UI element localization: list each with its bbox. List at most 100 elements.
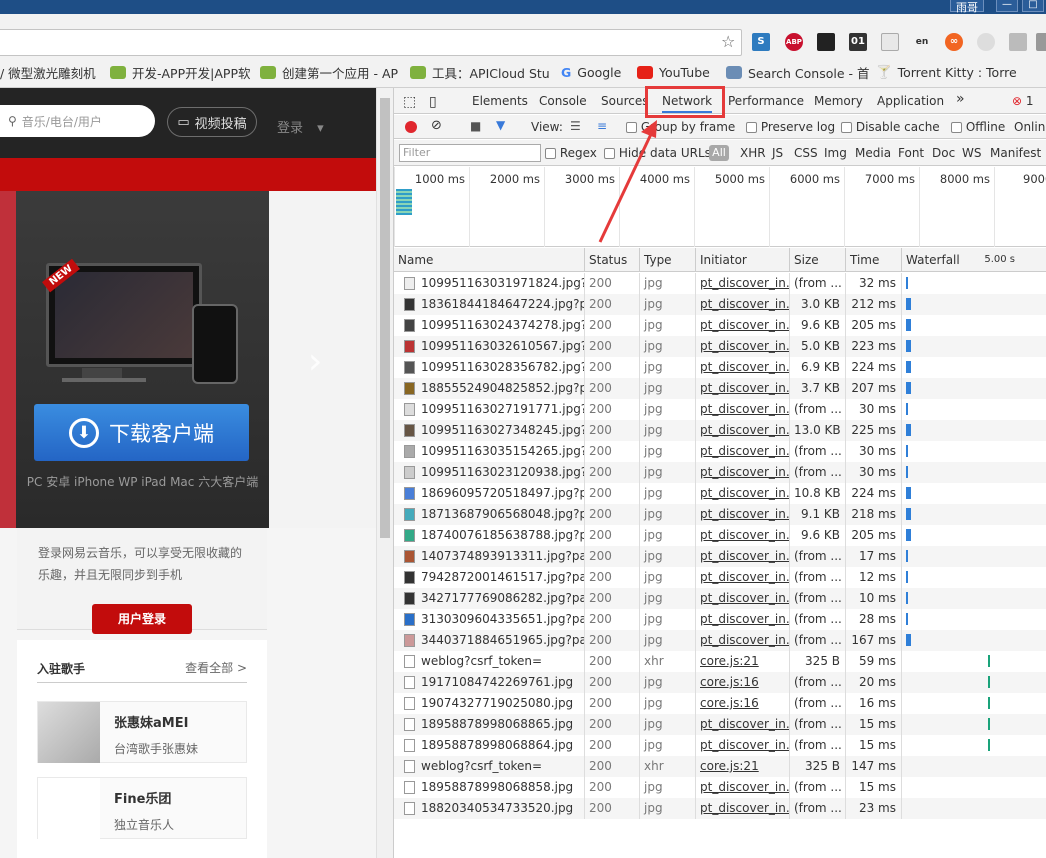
filter-input[interactable]: Filter xyxy=(399,144,541,162)
tab-sources[interactable]: Sources xyxy=(601,94,648,108)
network-overview[interactable]: 1000 ms 2000 ms 3000 ms 4000 ms 5000 ms … xyxy=(394,167,1046,247)
user-login-button[interactable]: 用户登录 xyxy=(92,604,192,634)
column-initiator[interactable]: Initiator xyxy=(695,248,789,272)
request-initiator-link[interactable]: pt_discover_in... xyxy=(695,714,789,735)
tab-performance[interactable]: Performance xyxy=(728,94,804,108)
download-client-button[interactable]: ⬇ 下载客户端 xyxy=(34,404,249,461)
table-row[interactable]: 18740076185638788.jpg?pa...200jpgpt_disc… xyxy=(394,525,1046,546)
user-profile-button[interactable]: 雨哥 xyxy=(950,0,984,14)
extension-01-icon[interactable]: 01 xyxy=(849,33,867,51)
request-initiator-link[interactable]: pt_discover_in... xyxy=(695,798,789,819)
device-toolbar-icon[interactable]: ▯ xyxy=(429,94,437,110)
table-row[interactable]: 109951163032610567.jpg?p...200jpgpt_disc… xyxy=(394,336,1046,357)
table-row[interactable]: 18958878998068864.jpg 200 jpg pt_discover_i… xyxy=(394,735,1046,756)
request-initiator-link[interactable]: pt_discover_in... xyxy=(695,525,789,546)
type-filter-manifest[interactable]: Manifest xyxy=(990,146,1041,160)
site-search-input[interactable]: ⚲ 音乐/电台/用户 xyxy=(0,105,155,137)
bookmark-google[interactable]: G Google xyxy=(561,62,621,82)
table-row[interactable]: 7942872001461517.jpg?para...200jpgpt_dis… xyxy=(394,567,1046,588)
request-initiator-link[interactable]: pt_discover_in... xyxy=(695,399,789,420)
table-row[interactable]: weblog?csrf_token= 200 xhr core.js:21 325 B5… xyxy=(394,651,1046,672)
request-initiator-link[interactable]: pt_discover_in... xyxy=(695,441,789,462)
clear-icon[interactable]: ⊘ xyxy=(431,118,442,133)
request-initiator-link[interactable]: pt_discover_in... xyxy=(695,483,789,504)
request-initiator-link[interactable]: pt_discover_in... xyxy=(695,546,789,567)
request-initiator-link[interactable]: pt_discover_in... xyxy=(695,735,789,756)
request-initiator-link[interactable]: core.js:16 xyxy=(695,672,789,693)
column-waterfall[interactable]: Waterfall 5.00 s xyxy=(901,248,1046,272)
type-filter-img[interactable]: Img xyxy=(824,146,847,160)
disable-cache-checkbox[interactable]: Disable cache xyxy=(841,120,940,134)
bookmark-4[interactable]: 工具：APICloud Stu xyxy=(410,62,550,82)
tab-memory[interactable]: Memory xyxy=(814,94,863,108)
banner-next-chevron-icon[interactable]: › xyxy=(308,341,322,382)
table-row[interactable]: 3427177769086282.jpg?para...200jpgpt_dis… xyxy=(394,588,1046,609)
screenshot-camera-icon[interactable]: ■ xyxy=(470,119,481,133)
table-row[interactable]: 19171084742269761.jpg 200 jpg core.js:16 (fr… xyxy=(394,672,1046,693)
request-initiator-link[interactable]: pt_discover_in... xyxy=(695,315,789,336)
request-initiator-link[interactable]: pt_discover_in... xyxy=(695,294,789,315)
bookmark-star-icon[interactable]: ☆ xyxy=(721,32,735,51)
table-row[interactable]: 109951163023120938.jpg?p...200jpgpt_disc… xyxy=(394,462,1046,483)
tab-console[interactable]: Console xyxy=(539,94,587,108)
type-filter-doc[interactable]: Doc xyxy=(932,146,955,160)
singer-card[interactable]: 张惠妹aMEI 台湾歌手张惠妹 xyxy=(37,701,247,763)
table-row[interactable]: 109951163027348245.jpg?p...200jpgpt_disc… xyxy=(394,420,1046,441)
column-type[interactable]: Type xyxy=(639,248,695,272)
singers-view-all-link[interactable]: 查看全部 > xyxy=(185,659,247,676)
request-initiator-link[interactable]: pt_discover_in... xyxy=(695,336,789,357)
request-initiator-link[interactable]: core.js:21 xyxy=(695,756,789,777)
extension-circle-icon[interactable] xyxy=(977,33,995,51)
bookmark-search-console[interactable]: Search Console - 首 xyxy=(726,62,870,82)
bookmark-2[interactable]: 开发-APP开发|APP软 xyxy=(110,62,250,82)
table-row[interactable]: 18855524904825852.jpg?pa...200jpgpt_disc… xyxy=(394,378,1046,399)
table-row[interactable]: 18958878998068865.jpg 200 jpg pt_discover_i… xyxy=(394,714,1046,735)
address-bar[interactable] xyxy=(0,29,742,56)
table-row[interactable]: 3440371884651965.jpg?para...200jpgpt_dis… xyxy=(394,630,1046,651)
type-filter-ws[interactable]: WS xyxy=(962,146,981,160)
extension-s-icon[interactable]: S xyxy=(752,33,770,51)
request-initiator-link[interactable]: pt_discover_in... xyxy=(695,273,789,294)
column-size[interactable]: Size xyxy=(789,248,845,272)
table-row[interactable]: 109951163035154265.jpg?p...200jpgpt_disc… xyxy=(394,441,1046,462)
page-scrollbar[interactable] xyxy=(376,88,393,858)
extension-infinity-icon[interactable]: ∞ xyxy=(945,33,963,51)
regex-checkbox[interactable]: Regex xyxy=(545,146,597,160)
preserve-log-checkbox[interactable]: Preserve log xyxy=(746,120,835,134)
scrollbar-thumb[interactable] xyxy=(380,98,390,538)
request-initiator-link[interactable]: pt_discover_in... xyxy=(695,420,789,441)
throttle-select[interactable]: Online xyxy=(1014,120,1046,134)
request-initiator-link[interactable]: pt_discover_in... xyxy=(695,378,789,399)
column-time[interactable]: Time xyxy=(845,248,901,272)
request-initiator-link[interactable]: pt_discover_in... xyxy=(695,609,789,630)
table-row[interactable]: 109951163028356782.jpg?p...200jpgpt_disc… xyxy=(394,357,1046,378)
request-initiator-link[interactable]: pt_discover_in... xyxy=(695,357,789,378)
table-row[interactable]: 1407374893913311.jpg?para...200jpgpt_dis… xyxy=(394,546,1046,567)
waterfall-view-icon[interactable]: ≡ xyxy=(597,119,607,133)
filter-funnel-icon[interactable]: ▼ xyxy=(496,118,505,132)
singer-card[interactable]: Fine乐团 独立音乐人 xyxy=(37,777,247,839)
extension-menu-icon[interactable] xyxy=(1036,33,1046,51)
type-filter-font[interactable]: Font xyxy=(898,146,924,160)
request-initiator-link[interactable]: core.js:16 xyxy=(695,693,789,714)
type-filter-media[interactable]: Media xyxy=(855,146,891,160)
table-row[interactable]: 109951163027191771.jpg?p...200jpgpt_disc… xyxy=(394,399,1046,420)
bookmark-1[interactable]: / 微型激光雕刻机 xyxy=(0,62,96,82)
type-filter-js[interactable]: JS xyxy=(772,146,783,160)
type-filter-xhr[interactable]: XHR xyxy=(740,146,766,160)
video-upload-button[interactable]: ▭ 视频投稿 xyxy=(167,107,257,137)
table-row[interactable]: weblog?csrf_token= 200 xhr core.js:21 325 B1… xyxy=(394,756,1046,777)
extension-mask-icon[interactable] xyxy=(817,33,835,51)
table-row[interactable]: 18713687906568048.jpg?pa...200jpgpt_disc… xyxy=(394,504,1046,525)
extension-note-icon[interactable] xyxy=(881,33,899,51)
record-icon[interactable] xyxy=(405,121,417,133)
type-filter-css[interactable]: CSS xyxy=(794,146,818,160)
type-filter-all[interactable]: All xyxy=(709,145,729,161)
tab-application[interactable]: Application xyxy=(877,94,944,108)
column-name[interactable]: Name xyxy=(394,248,584,272)
bookmark-torrent[interactable]: 🍸 Torrent Kitty : Torre xyxy=(876,62,1017,82)
bookmark-3[interactable]: 创建第一个应用 - AP xyxy=(260,62,398,82)
table-row[interactable]: 18958878998068858.jpg 200 jpg pt_discover_i… xyxy=(394,777,1046,798)
top-login-link[interactable]: 登录 ▾ xyxy=(277,117,324,136)
request-initiator-link[interactable]: pt_discover_in... xyxy=(695,462,789,483)
